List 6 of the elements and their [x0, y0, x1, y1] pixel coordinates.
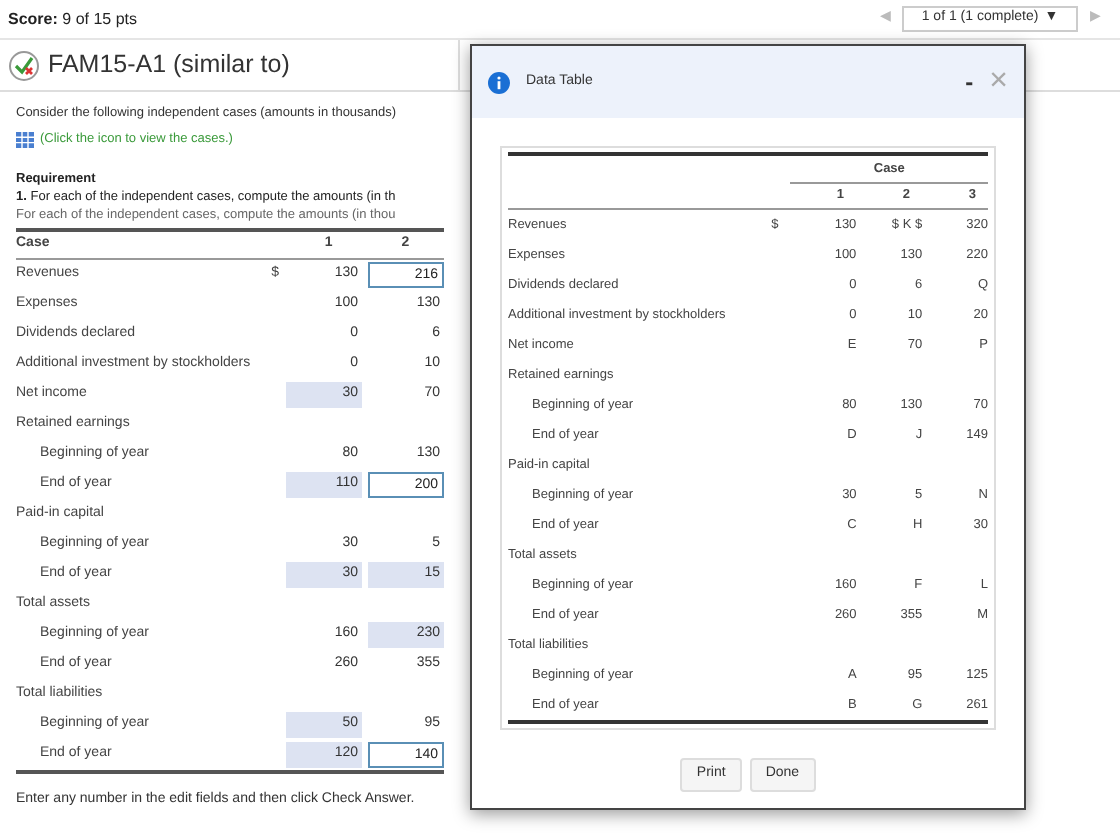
- partial-credit-icon: [8, 49, 40, 81]
- question-title: FAM15-A1 (similar to): [48, 48, 290, 83]
- info-icon: [488, 71, 510, 93]
- minimize-button[interactable]: -: [965, 70, 974, 94]
- score-text: Score: 9 of 15 pts: [8, 7, 137, 31]
- table-icon[interactable]: [16, 131, 34, 148]
